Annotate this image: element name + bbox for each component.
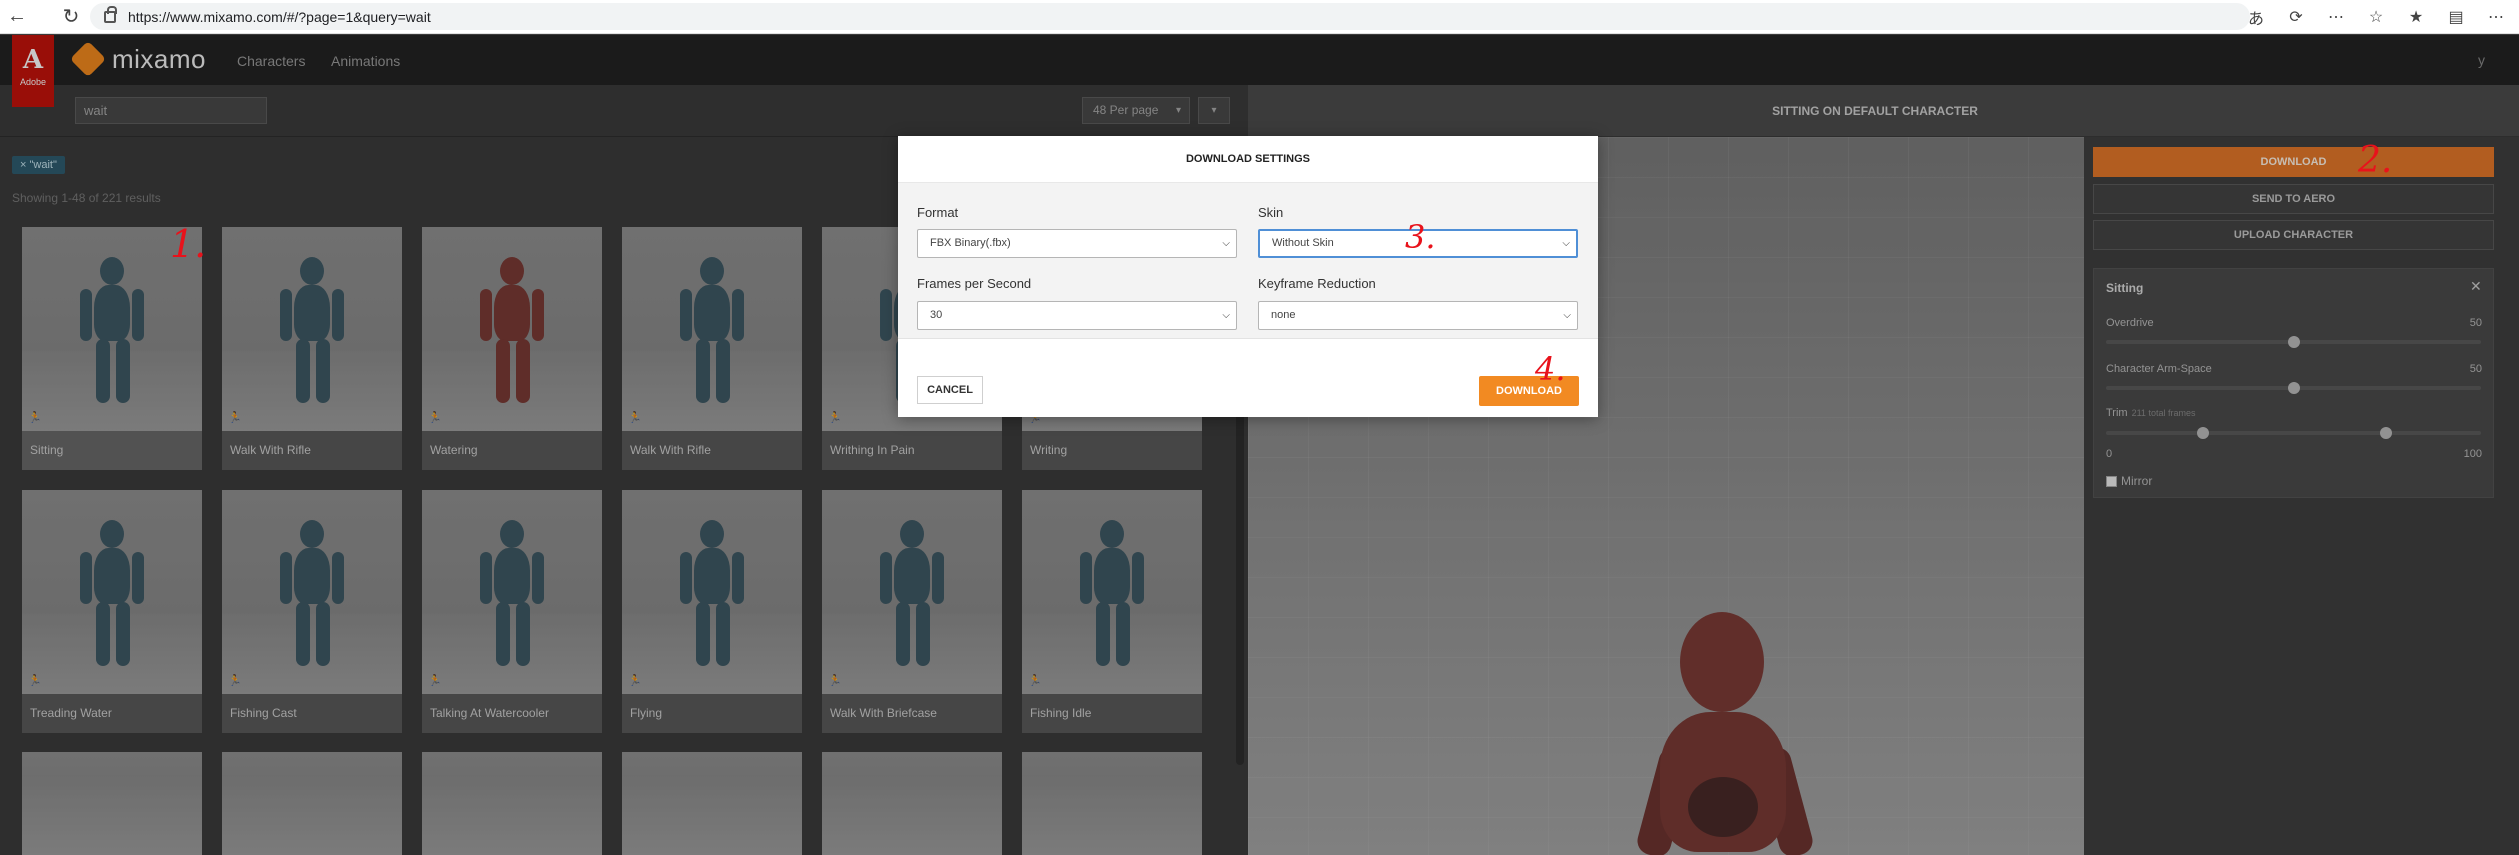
address-bar[interactable]: https://www.mixamo.com/#/?page=1&query=w… [90, 3, 2250, 30]
skin-label: Skin [1258, 205, 1284, 220]
reload-icon[interactable]: ↻ [56, 2, 86, 32]
star-icon[interactable]: ☆ [2363, 5, 2389, 29]
cancel-button[interactable]: CANCEL [917, 376, 983, 404]
menu-icon[interactable]: ⋯ [2483, 5, 2509, 29]
keyframe-select[interactable]: none ⌵ [1258, 301, 1578, 330]
translate-icon[interactable]: あ [2243, 5, 2269, 29]
sync-icon[interactable]: ⟳ [2283, 5, 2309, 29]
chevron-down-icon: ⌵ [1562, 238, 1570, 249]
annotation-step-4: 4. [1535, 350, 1566, 388]
format-value: FBX Binary(.fbx) [930, 237, 1011, 249]
back-icon[interactable]: ← [2, 2, 32, 32]
keyframe-value: none [1271, 309, 1296, 321]
keyframe-label: Keyframe Reduction [1258, 276, 1376, 291]
url-text: https://www.mixamo.com/#/?page=1&query=w… [128, 8, 431, 25]
browser-toolbar: ← ↻ https://www.mixamo.com/#/?page=1&que… [0, 0, 2519, 34]
skin-value: Without Skin [1272, 237, 1334, 249]
annotation-step-2: 2. [2358, 140, 2393, 181]
chevron-down-icon: ⌵ [1222, 310, 1230, 321]
dialog-title: DOWNLOAD SETTINGS [898, 136, 1598, 183]
more-circle-icon[interactable]: ⋯ [2323, 5, 2349, 29]
reading-list-icon[interactable]: ▤ [2443, 5, 2469, 29]
format-select[interactable]: FBX Binary(.fbx) ⌵ [917, 229, 1237, 258]
format-label: Format [917, 205, 959, 220]
fps-value: 30 [930, 309, 943, 321]
collections-icon[interactable]: ★ [2403, 5, 2429, 29]
fps-label: Frames per Second [917, 276, 1032, 291]
annotation-step-3: 3. [1405, 218, 1436, 256]
chevron-down-icon: ⌵ [1563, 310, 1571, 321]
annotation-step-1: 1. [170, 222, 207, 266]
fps-select[interactable]: 30 ⌵ [917, 301, 1237, 330]
chevron-down-icon: ⌵ [1222, 238, 1230, 249]
lock-icon [104, 5, 117, 23]
download-settings-dialog: DOWNLOAD SETTINGS Format FBX Binary(.fbx… [898, 136, 1598, 417]
